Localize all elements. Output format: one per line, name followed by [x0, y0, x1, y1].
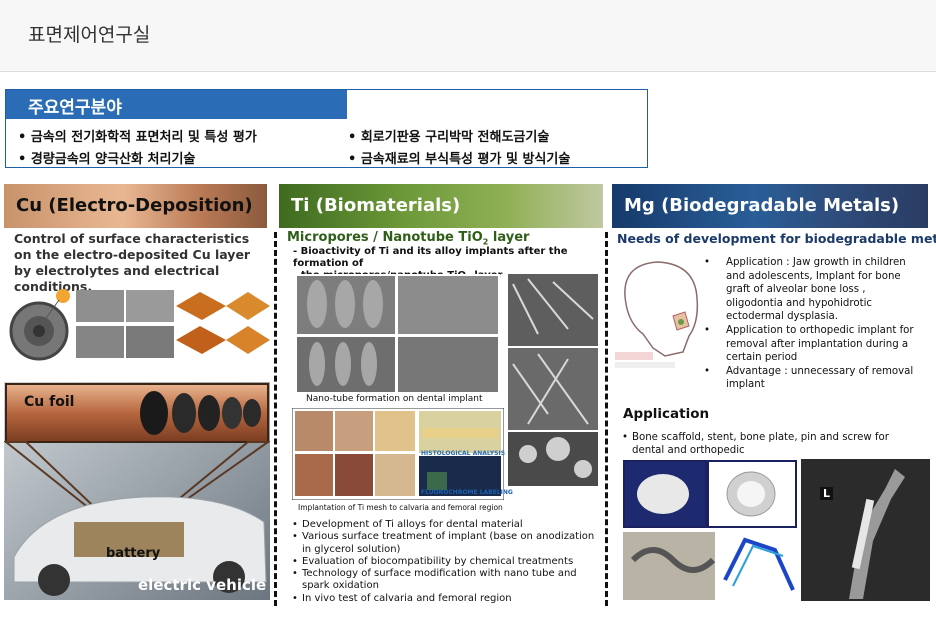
research-item: • 경량금속의 양극산화 처리기술: [18, 152, 196, 167]
xray-label: L: [820, 487, 834, 500]
dental-implant-caption: Nano-tube formation on dental implant: [306, 394, 483, 404]
ti-subheading: Micropores / Nanotube TiO2 layer: [287, 230, 530, 247]
column-divider: [605, 232, 608, 606]
list-item: Evaluation of biocompatibility by chemic…: [292, 556, 602, 569]
list-item: Technology of surface modification with …: [292, 568, 602, 593]
implantation-caption: Implantation of Ti mesh to calvaria and …: [298, 503, 503, 512]
mg-needs-list: Application : Jaw growth in children and…: [704, 256, 924, 392]
column-divider: [274, 232, 277, 606]
nanotube-sem-images: [508, 274, 598, 486]
cu-panel-heading: Cu (Electro-Deposition): [4, 184, 267, 228]
research-item: • 회로기판용 구리박막 전해도금기술: [348, 130, 550, 145]
cu-foil-ev-image: [4, 382, 270, 600]
list-item: In vivo test of calvaria and femoral reg…: [292, 593, 602, 606]
list-item: Advantage : unnecessary of removal impla…: [704, 365, 924, 392]
electric-vehicle-label: electric vehicle: [138, 576, 267, 594]
ti-research-list: Development of Ti alloys for dental mate…: [292, 519, 602, 605]
list-item: Application to orthopedic implant for re…: [704, 324, 924, 365]
mg-panel-heading: Mg (Biodegradable Metals): [612, 184, 928, 228]
histological-analysis-label: HISTOLOGICAL ANALYSIS: [421, 450, 506, 457]
mg-implant-images: [623, 460, 797, 600]
mg-application-text: Bone scaffold, stent, bone plate, pin an…: [622, 431, 907, 457]
list-item: Development of Ti alloys for dental mate…: [292, 519, 602, 532]
cu-surface-micrographs: [9, 289, 270, 361]
cu-foil-label: Cu foil: [24, 394, 75, 410]
list-item: Various surface treatment of implant (ba…: [292, 531, 602, 556]
mg-application-heading: Application: [623, 406, 710, 422]
ti-panel-heading: Ti (Biomaterials): [279, 184, 603, 228]
research-item: • 금속재료의 부식특성 평가 및 방식기술: [348, 152, 571, 167]
skull-illustration: [613, 256, 705, 374]
page-header: 표면제어연구실: [0, 0, 936, 72]
battery-label: battery: [106, 546, 161, 561]
research-areas-heading: 주요연구분야: [6, 90, 347, 119]
research-areas-box: 주요연구분야 • 금속의 전기화학적 표면처리 및 특성 평가 • 회로기판용 …: [5, 89, 648, 168]
page-title: 표면제어연구실: [28, 24, 151, 46]
dental-implant-sem-images: [295, 274, 500, 406]
mg-subheading: Needs of development for biodegradable m…: [617, 231, 936, 246]
research-item: • 금속의 전기화학적 표면처리 및 특성 평가: [18, 130, 257, 145]
list-item: Application : Jaw growth in children and…: [704, 256, 924, 324]
xray-image: [801, 459, 930, 601]
fluorochrome-labeling-label: FLUOROCHROME LABELING: [421, 489, 513, 496]
